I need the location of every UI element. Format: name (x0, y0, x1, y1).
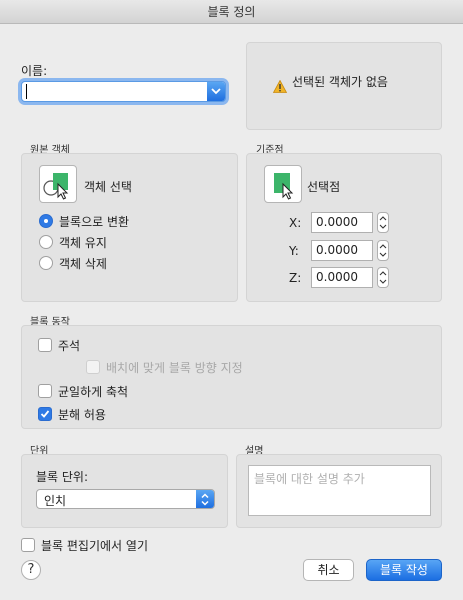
convert-to-block-label: 블록으로 변환 (59, 215, 130, 229)
y-stepper[interactable] (377, 240, 389, 261)
stepper-arrows-icon (379, 271, 387, 284)
window-title: 블록 정의 (207, 5, 256, 19)
description-panel: 블록에 대한 설명 추가 (236, 454, 442, 528)
block-unit-dropdown-button[interactable] (196, 490, 214, 508)
z-coordinate-field[interactable]: 0.0000 (311, 267, 373, 288)
warning-icon (273, 80, 287, 93)
select-objects-label: 객체 선택 (84, 180, 132, 194)
name-combobox[interactable] (21, 81, 226, 102)
allow-exploding-label: 분해 허용 (58, 408, 106, 422)
block-unit-value: 인치 (44, 494, 67, 508)
block-behavior-panel: 주석 배치에 맞게 블록 방향 지정 균일하게 축척 분해 허용 (21, 325, 442, 429)
help-button[interactable]: ? (21, 560, 41, 580)
window-title-bar[interactable]: 블록 정의 (0, 0, 463, 24)
scale-uniformly-label: 균일하게 축척 (58, 385, 129, 399)
block-unit-select[interactable]: 인치 (36, 489, 215, 509)
open-in-block-editor-checkbox[interactable] (21, 538, 35, 552)
base-point-panel: 선택점 X: 0.0000 Y: 0.0000 Z: 0.0000 (246, 153, 442, 302)
updown-chevron-icon (201, 492, 209, 506)
delete-objects-radio[interactable] (39, 256, 53, 270)
block-unit-label: 블록 단위: (36, 470, 89, 484)
x-stepper[interactable] (377, 212, 389, 233)
stepper-arrows-icon (379, 216, 387, 229)
create-block-button[interactable]: 블록 작성 (366, 559, 442, 581)
selection-status-panel: 선택된 객체가 없음 (246, 42, 442, 130)
pick-point-icon (274, 173, 294, 200)
select-objects-button[interactable] (39, 165, 77, 203)
select-objects-icon (43, 173, 69, 200)
name-dropdown-button[interactable] (207, 82, 225, 101)
retain-objects-radio[interactable] (39, 235, 53, 249)
pick-point-label: 선택점 (307, 180, 341, 194)
source-objects-panel: 객체 선택 블록으로 변환 객체 유지 객체 삭제 (21, 153, 238, 302)
y-coordinate-field[interactable]: 0.0000 (311, 240, 373, 261)
units-panel: 블록 단위: 인치 (21, 454, 228, 528)
cancel-button[interactable]: 취소 (303, 559, 354, 581)
annotative-label: 주석 (58, 339, 81, 353)
name-label: 이름: (21, 64, 48, 78)
open-in-block-editor-label: 블록 편집기에서 열기 (41, 539, 148, 553)
annotative-checkbox[interactable] (38, 338, 52, 352)
x-coordinate-field[interactable]: 0.0000 (311, 212, 373, 233)
delete-objects-label: 객체 삭제 (59, 257, 107, 271)
retain-objects-label: 객체 유지 (59, 236, 107, 250)
z-label: Z: (289, 271, 302, 285)
match-orientation-label: 배치에 맞게 블록 방향 지정 (106, 361, 243, 375)
description-textarea[interactable]: 블록에 대한 설명 추가 (248, 465, 431, 516)
allow-exploding-checkbox[interactable] (38, 407, 52, 421)
chevron-down-icon (211, 88, 221, 95)
stepper-arrows-icon (379, 244, 387, 257)
checkmark-icon (40, 410, 50, 418)
scale-uniformly-checkbox[interactable] (38, 384, 52, 398)
x-label: X: (289, 216, 302, 230)
match-orientation-checkbox[interactable] (86, 360, 100, 374)
convert-to-block-radio[interactable] (39, 214, 53, 228)
z-stepper[interactable] (377, 267, 389, 288)
name-input-value[interactable] (26, 84, 27, 99)
pick-point-button[interactable] (264, 165, 302, 203)
y-label: Y: (289, 244, 299, 258)
selection-status-text: 선택된 객체가 없음 (292, 75, 388, 89)
